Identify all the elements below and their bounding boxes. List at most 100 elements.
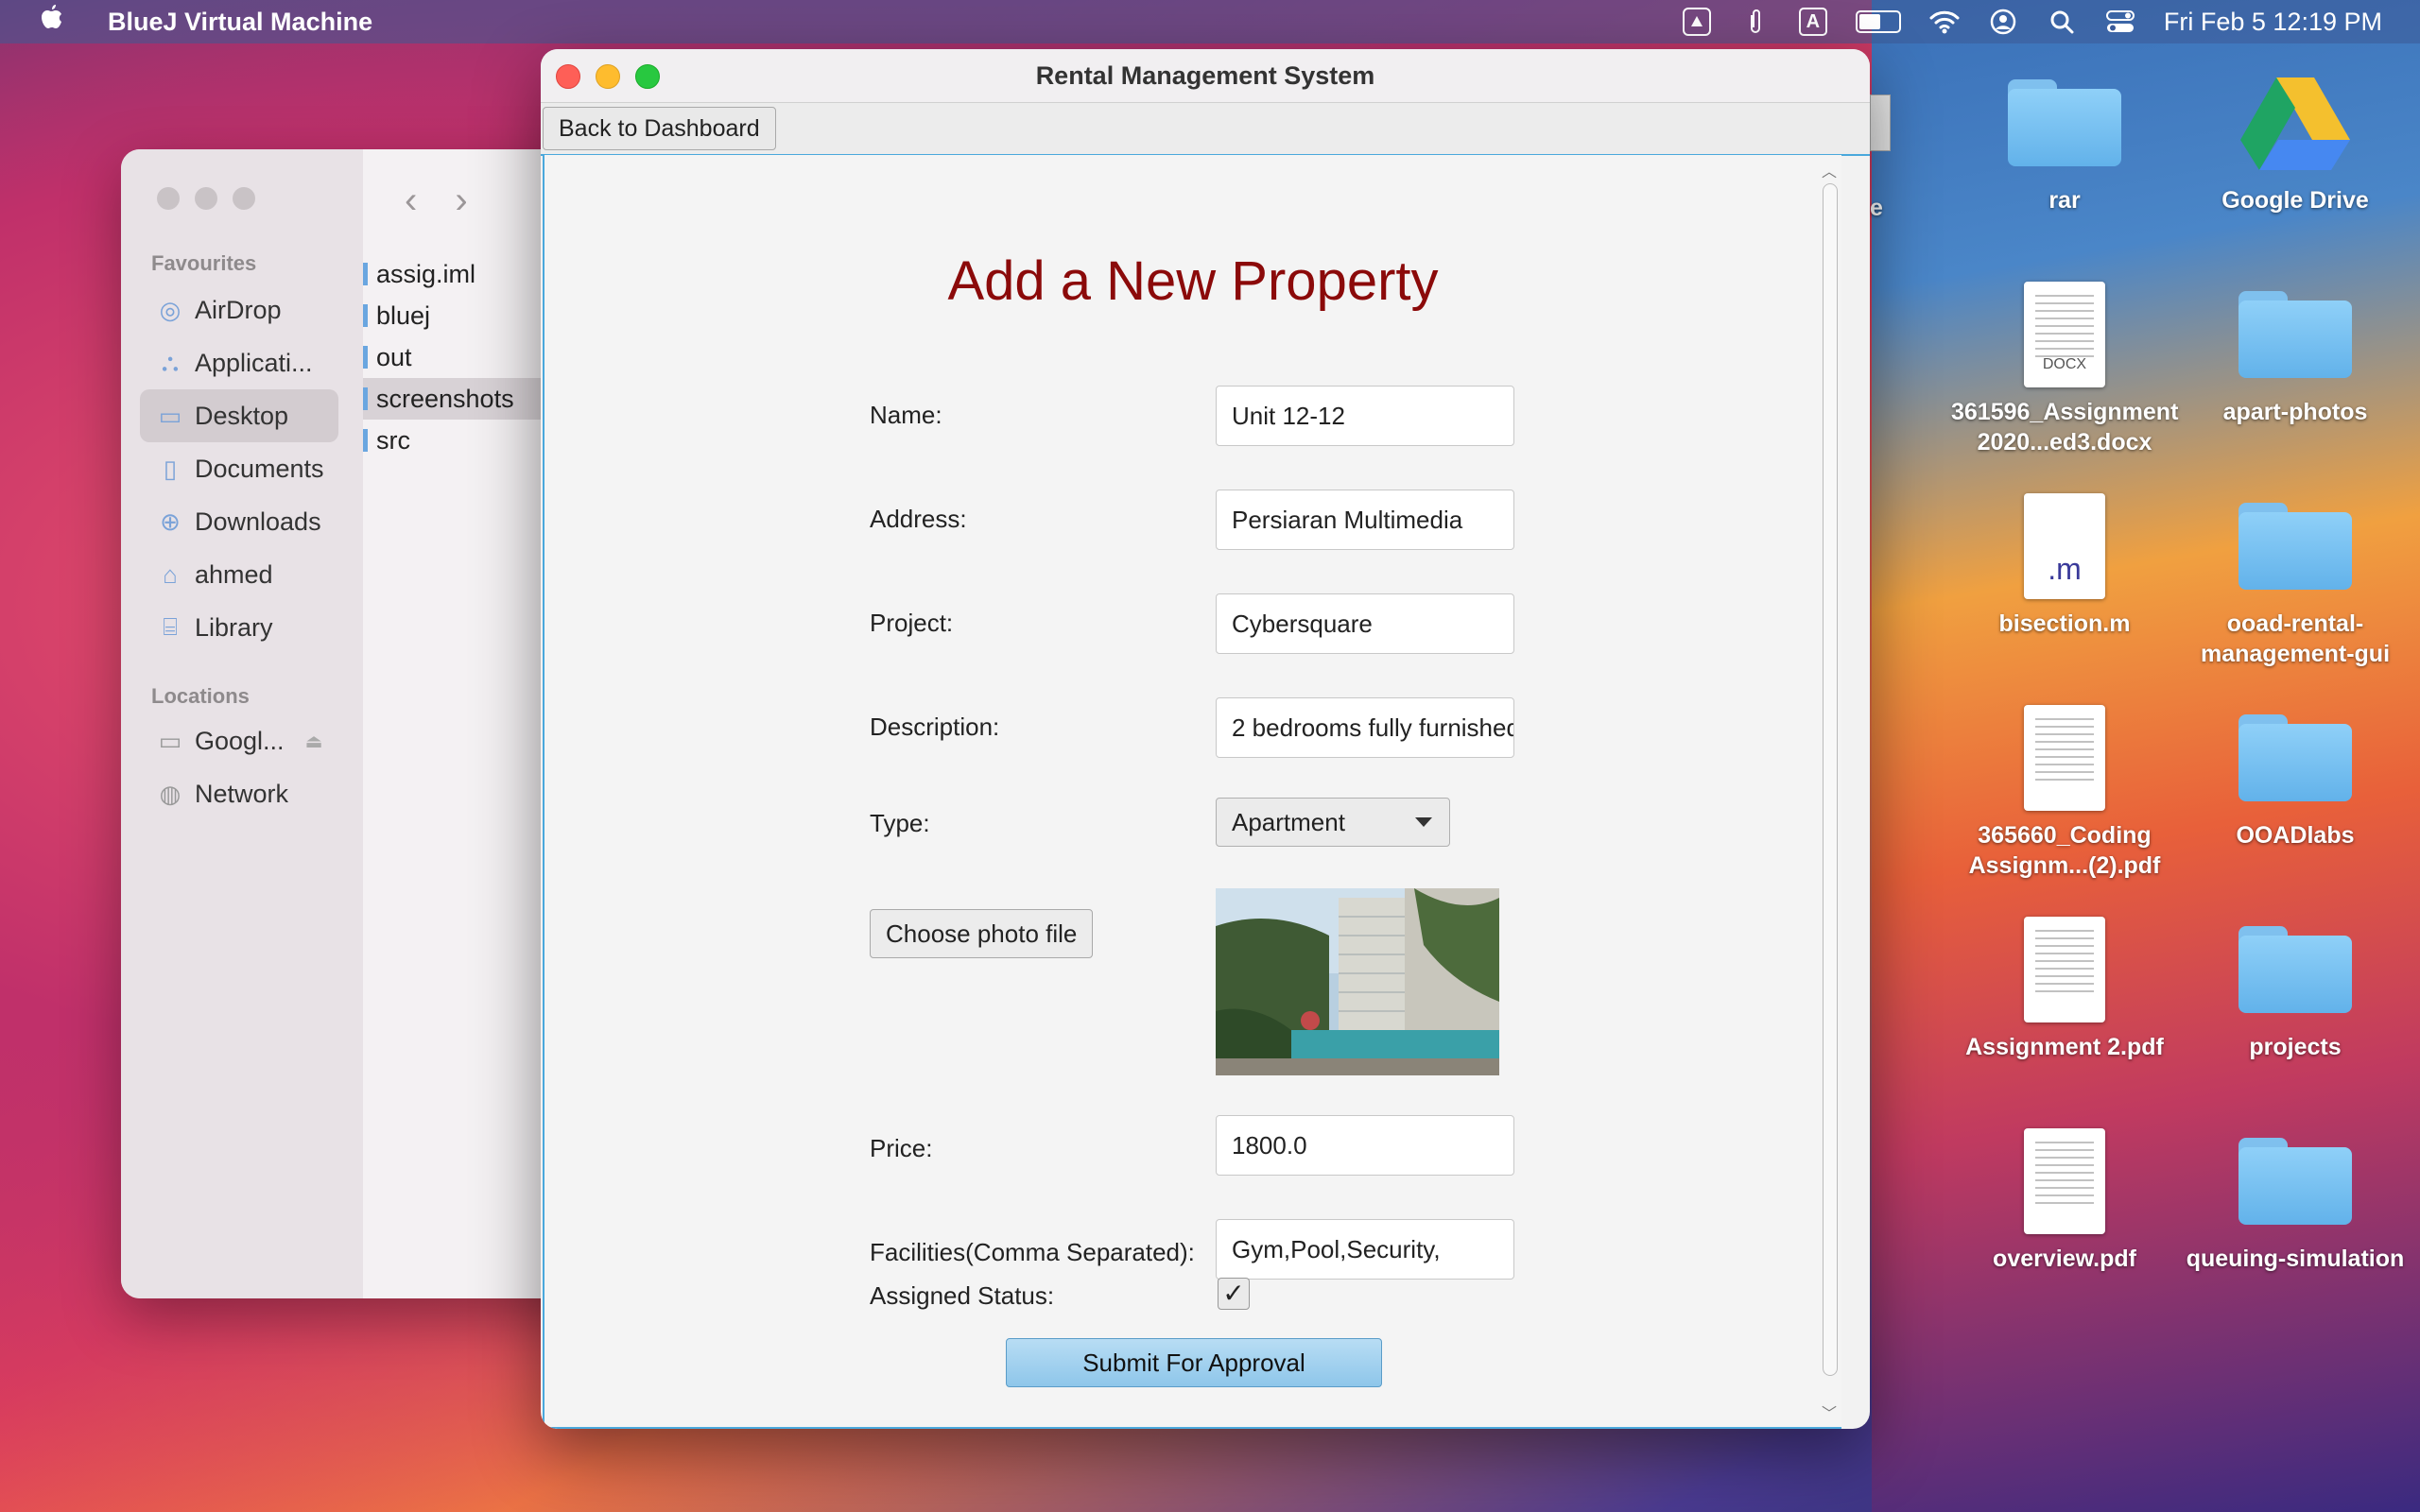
desktop-icon-google-drive[interactable]: Google Drive: [2182, 60, 2409, 215]
sidebar-item-downloads[interactable]: ⊕ Downloads: [140, 495, 338, 548]
sidebar-item-label: Documents: [195, 454, 324, 483]
sidebar-item-label: AirDrop: [195, 295, 282, 324]
folder-icon: [2238, 291, 2352, 378]
pdf-file-icon: [2024, 917, 2105, 1022]
finder-sidebar: Favourites ◎ AirDrop ⛬ Applicati... ▭ De…: [121, 149, 363, 1298]
desktop-icon-label: OOADlabs: [2236, 822, 2355, 849]
back-arrow-icon[interactable]: ‹: [405, 180, 417, 222]
desktop-icon-ooad-rental[interactable]: ooad-rental-management-gui: [2182, 484, 2409, 669]
finder-nav: ‹ ›: [405, 180, 468, 222]
project-label: Project:: [870, 609, 954, 637]
project-field[interactable]: Cybersquare: [1216, 593, 1514, 654]
address-label: Address:: [870, 505, 967, 533]
type-select[interactable]: Apartment: [1216, 798, 1450, 847]
desktop-icon-rar[interactable]: rar: [1951, 60, 2178, 215]
sidebar-item-label: Applicati...: [195, 348, 313, 377]
facilities-label: Facilities(Comma Separated):: [870, 1238, 1195, 1266]
sidebar-item-label: Network: [195, 779, 289, 808]
scroll-up-icon[interactable]: ︿: [1822, 159, 1837, 181]
folder-icon: [2238, 926, 2352, 1013]
clock[interactable]: Fri Feb 5 12:19 PM: [2164, 8, 2382, 37]
desktop-icon-bisection[interactable]: .m bisection.m: [1951, 484, 2178, 639]
close-button[interactable]: [556, 64, 580, 89]
desktop-icon-label: 361596_Assignment 2020...ed3.docx: [1951, 399, 2179, 455]
finder-traffic-lights: [157, 187, 255, 210]
app-menu-title[interactable]: BlueJ Virtual Machine: [108, 8, 372, 37]
desktop-icon-coding-pdf[interactable]: 365660_Coding Assignm...(2).pdf: [1951, 696, 2178, 881]
desktop-icon-overview-pdf[interactable]: overview.pdf: [1951, 1119, 2178, 1274]
input-source-icon[interactable]: A: [1798, 8, 1827, 36]
applications-icon: ⛬: [161, 348, 180, 376]
network-icon: ◍: [159, 779, 182, 808]
desktop-icon-docx[interactable]: DOCX 361596_Assignment 2020...ed3.docx: [1951, 272, 2178, 457]
desktop-icon-label: rar: [2048, 187, 2081, 214]
desktop-icon: ▭: [158, 401, 182, 430]
wifi-icon[interactable]: [1929, 7, 1960, 37]
vertical-scrollbar[interactable]: ︿ ﹀: [1817, 155, 1841, 1427]
eject-icon[interactable]: ⏏: [305, 730, 323, 753]
control-center-icon[interactable]: [2105, 7, 2135, 37]
description-label: Description:: [870, 713, 1000, 741]
desktop-icon-label: overview.pdf: [1993, 1246, 2136, 1272]
sidebar-item-desktop[interactable]: ▭ Desktop: [140, 389, 338, 442]
locations-heading: Locations: [151, 684, 250, 708]
background-window-edge: [1870, 94, 1891, 151]
folder-icon: [2238, 1138, 2352, 1225]
pdf-file-icon: [2024, 1128, 2105, 1234]
description-field[interactable]: 2 bedrooms fully furnished: [1216, 697, 1514, 758]
zoom-button[interactable]: [635, 64, 660, 89]
desktop-icon-label: apart-photos: [2222, 399, 2368, 425]
desktop-icon-apart-photos[interactable]: apart-photos: [2182, 272, 2409, 427]
type-select-value: Apartment: [1232, 807, 1345, 836]
sidebar-item-library[interactable]: ⌸ Library: [140, 601, 338, 654]
facilities-field[interactable]: Gym,Pool,Security,: [1216, 1219, 1514, 1280]
address-field[interactable]: Persiaran Multimedia: [1216, 490, 1514, 550]
name-field[interactable]: Unit 12-12: [1216, 386, 1514, 446]
desktop-icon-assignment-pdf[interactable]: Assignment 2.pdf: [1951, 907, 2178, 1062]
choose-photo-button[interactable]: Choose photo file: [870, 909, 1094, 958]
desktop-icon-projects[interactable]: projects: [2182, 907, 2409, 1062]
property-photo: [1216, 888, 1499, 1075]
rental-management-window: Rental Management System Back to Dashboa…: [541, 49, 1870, 1429]
folder-icon: [2238, 503, 2352, 590]
sidebar-item-label: Downloads: [195, 507, 321, 536]
sidebar-item-home[interactable]: ⌂ ahmed: [140, 548, 338, 601]
submit-for-approval-button[interactable]: Submit For Approval: [1006, 1338, 1382, 1387]
spotlight-search-icon[interactable]: [2047, 7, 2077, 37]
minimize-button[interactable]: [596, 64, 620, 89]
assigned-status-checkbox[interactable]: ✓: [1218, 1278, 1250, 1310]
forward-arrow-icon[interactable]: ›: [455, 180, 467, 222]
desktop-icon-ooadlabs[interactable]: OOADlabs: [2182, 696, 2409, 850]
sidebar-item-applications[interactable]: ⛬ Applicati...: [140, 336, 338, 389]
desktop-icon-label: projects: [2249, 1034, 2342, 1060]
window-traffic-lights: [556, 64, 660, 89]
sidebar-item-airdrop[interactable]: ◎ AirDrop: [140, 284, 338, 336]
sidebar-item-documents[interactable]: ▯ Documents: [140, 442, 338, 495]
paperclip-icon[interactable]: [1740, 7, 1771, 37]
google-drive-status-icon[interactable]: [1682, 7, 1712, 37]
desktop-icon-label: ooad-rental-management-gui: [2200, 610, 2391, 667]
price-field[interactable]: 1800.0: [1216, 1115, 1514, 1176]
document-icon: ▯: [163, 454, 178, 483]
desktop-icon-label: 365660_Coding Assignm...(2).pdf: [1968, 822, 2161, 879]
name-label: Name:: [870, 401, 942, 429]
sidebar-item-label: Googl...: [195, 726, 285, 755]
menu-bar: BlueJ Virtual Machine A Fri Feb 5 12:19 …: [0, 0, 2420, 43]
scrollbar-thumb[interactable]: [1823, 183, 1838, 1376]
apple-menu-icon[interactable]: [38, 3, 76, 41]
finder-minimize-button[interactable]: [195, 187, 217, 210]
sidebar-item-label: ahmed: [195, 559, 273, 589]
finder-close-button[interactable]: [157, 187, 180, 210]
desktop-icon-partial-label: e: [1870, 195, 1883, 221]
user-account-icon[interactable]: [1988, 7, 2018, 37]
scroll-down-icon[interactable]: ﹀: [1822, 1400, 1837, 1423]
window-titlebar: Rental Management System: [541, 49, 1870, 103]
finder-zoom-button[interactable]: [233, 187, 255, 210]
sidebar-item-network[interactable]: ◍ Network: [140, 767, 338, 820]
favourites-heading: Favourites: [151, 251, 257, 275]
battery-icon[interactable]: [1855, 10, 1901, 33]
desktop-icon-queuing-simulation[interactable]: queuing-simulation: [2182, 1119, 2409, 1274]
sidebar-item-google-drive[interactable]: ▭ Googl... ⏏: [140, 714, 338, 767]
back-to-dashboard-button[interactable]: Back to Dashboard: [543, 107, 776, 150]
page-title: Add a New Property: [947, 250, 1439, 312]
